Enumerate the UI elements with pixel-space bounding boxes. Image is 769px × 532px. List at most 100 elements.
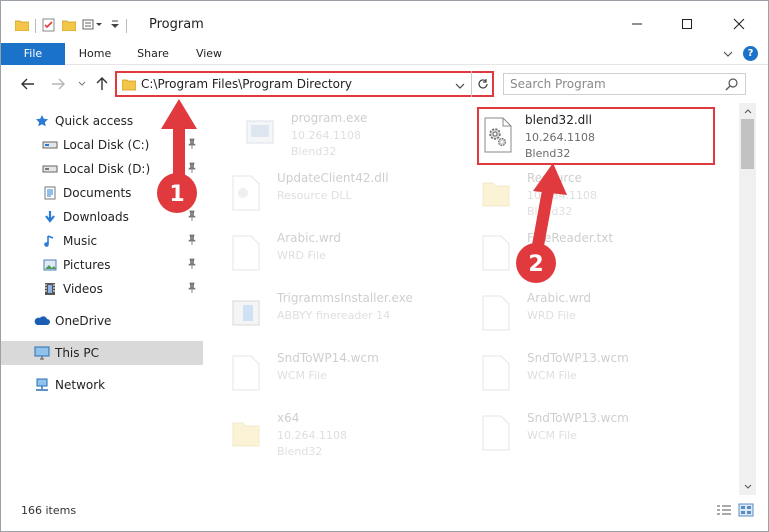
large-icons-view-icon[interactable] (738, 503, 754, 517)
file-item-program-exe[interactable]: program.exe 10.264.1108 Blend32 (225, 103, 465, 163)
file-type: WCM File (277, 369, 327, 382)
file-icon (481, 295, 511, 331)
nav-item-downloads[interactable]: Downloads (1, 205, 203, 229)
pin-icon[interactable] (187, 138, 197, 153)
file-item-updateclient-dll[interactable]: UpdateClient42.dll Resource DLL (211, 163, 451, 223)
dropdown-arrow-icon[interactable] (110, 19, 120, 34)
file-item-arabic-wrd[interactable]: Arabic.wrd WRD File (211, 223, 451, 283)
file-type: WCM File (527, 369, 577, 382)
minimize-button[interactable] (615, 9, 659, 39)
nav-item-pictures[interactable]: Pictures (1, 253, 203, 277)
file-icon (231, 235, 261, 271)
pin-icon[interactable] (187, 282, 197, 297)
quick-access-toolbar (14, 16, 127, 36)
file-item-resource-folder[interactable]: Resource 10.264.1108 Blend32 (461, 163, 701, 223)
scroll-down-icon[interactable] (739, 479, 756, 495)
address-bar[interactable]: C:\Program Files\Program Directory (115, 71, 494, 97)
details-view-icon[interactable] (716, 503, 732, 517)
file-description: Blend32 (525, 147, 571, 160)
tab-share[interactable]: Share (129, 43, 177, 65)
nav-item-local-disk-c[interactable]: Local Disk (C:) (1, 133, 203, 157)
file-item-sndtowp14-wcm[interactable]: SndToWP14.wcm WCM File (211, 343, 451, 403)
file-name: TrigrammsInstaller.exe (277, 291, 413, 305)
nav-item-network[interactable]: Network (1, 373, 203, 397)
nav-item-local-disk-d[interactable]: Local Disk (D:) (1, 157, 203, 181)
qat-divider (35, 19, 36, 33)
nav-item-documents[interactable]: Documents (1, 181, 203, 205)
recent-locations-icon[interactable] (73, 75, 91, 93)
nav-item-label: Videos (63, 282, 103, 296)
customize-qat-icon[interactable] (82, 18, 104, 35)
file-item-finereader-txt[interactable]: FineReader.txt Text (461, 223, 701, 283)
file-version: 10.264.1108 (277, 429, 347, 442)
file-description: Blend32 (291, 145, 337, 158)
back-arrow-icon[interactable] (19, 75, 37, 93)
tab-home[interactable]: Home (69, 43, 121, 65)
file-item-blend32-dll[interactable]: blend32.dll 10.264.1108 Blend32 (477, 107, 715, 165)
onedrive-icon (33, 313, 51, 329)
refresh-button[interactable] (471, 71, 493, 97)
pictures-icon (41, 257, 59, 273)
search-input[interactable] (504, 74, 714, 94)
folder-icon (121, 77, 137, 94)
nav-item-this-pc[interactable]: This PC (1, 341, 203, 365)
nav-item-label: Local Disk (D:) (63, 162, 151, 176)
file-name: SndToWP13.wcm (527, 351, 629, 365)
file-item-sndtowp13-wcm[interactable]: SndToWP13.wcm WCM File (461, 343, 701, 403)
file-icon (481, 355, 511, 391)
nav-item-onedrive[interactable]: OneDrive (1, 309, 203, 333)
file-description: Resource DLL (277, 189, 352, 202)
file-item-x64-folder[interactable]: x64 10.264.1108 Blend32 (211, 403, 451, 463)
pin-icon[interactable] (187, 258, 197, 273)
search-icon[interactable] (725, 77, 739, 94)
file-item-sndtowp13-wcm[interactable]: SndToWP13.wcm WCM File (461, 403, 701, 463)
window-title: Program (149, 17, 204, 32)
file-item-arabic-wrd[interactable]: Arabic.wrd WRD File (461, 283, 701, 343)
title-bar: Program (1, 1, 768, 43)
pin-icon[interactable] (187, 234, 197, 249)
file-name: SndToWP14.wcm (277, 351, 379, 365)
scroll-up-icon[interactable] (739, 103, 756, 119)
qat-divider (126, 19, 127, 33)
ribbon-tabs: File Home Share View ? (1, 43, 768, 65)
help-icon[interactable]: ? (743, 46, 758, 61)
nav-item-quick-access[interactable]: Quick access (1, 109, 203, 133)
dll-gear-icon (483, 117, 513, 153)
tab-view[interactable]: View (185, 43, 233, 65)
expand-ribbon-icon[interactable] (723, 47, 733, 61)
nav-item-label: OneDrive (55, 314, 112, 328)
ribbon-right-controls: ? (723, 46, 758, 61)
nav-item-videos[interactable]: Videos (1, 277, 203, 301)
close-button[interactable] (717, 9, 761, 39)
forward-arrow-icon[interactable] (49, 75, 67, 93)
file-type: WRD File (277, 249, 326, 262)
scrollbar-thumb[interactable] (741, 119, 754, 169)
file-version: 10.264.1108 (291, 129, 361, 142)
drive-icon (41, 137, 59, 153)
pin-icon[interactable] (187, 186, 197, 201)
file-name: Arabic.wrd (527, 291, 592, 305)
address-path[interactable]: C:\Program Files\Program Directory (141, 77, 352, 91)
star-icon (33, 113, 51, 129)
new-folder-icon[interactable] (61, 19, 77, 34)
nav-item-label: This PC (55, 346, 99, 360)
navigation-pane: Quick access Local Disk (C:) Local Disk … (1, 103, 211, 491)
chevron-down-icon[interactable] (455, 79, 465, 93)
tab-file[interactable]: File (1, 43, 65, 65)
file-name: SndToWP13.wcm (527, 411, 629, 425)
nav-item-label: Documents (63, 186, 132, 200)
folder-icon (481, 175, 511, 211)
up-arrow-icon[interactable] (93, 75, 111, 93)
maximize-button[interactable] (665, 9, 709, 39)
pin-icon[interactable] (187, 162, 197, 177)
documents-icon (41, 185, 59, 201)
videos-icon (41, 281, 59, 297)
file-name: program.exe (291, 111, 368, 125)
search-box[interactable] (503, 73, 746, 95)
file-item-trigramms-installer[interactable]: TrigrammsInstaller.exe ABBYY finereader … (211, 283, 451, 343)
pin-icon[interactable] (187, 210, 197, 225)
file-icon (481, 415, 511, 451)
nav-item-music[interactable]: Music (1, 229, 203, 253)
vertical-scrollbar[interactable] (739, 103, 756, 495)
properties-icon[interactable] (42, 18, 56, 35)
